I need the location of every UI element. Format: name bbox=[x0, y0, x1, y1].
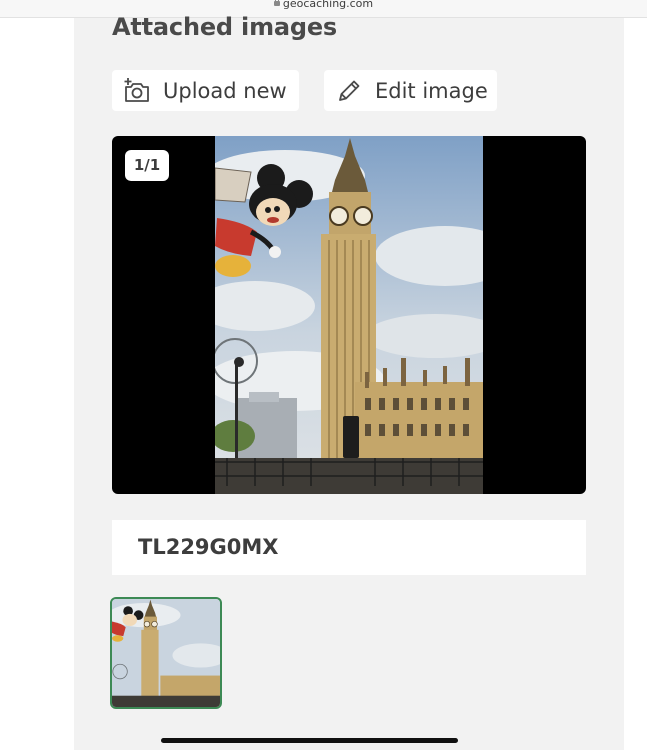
upload-new-label: Upload new bbox=[163, 78, 287, 103]
url-text: geocaching.com bbox=[0, 0, 647, 10]
section-title: Attached images bbox=[112, 13, 338, 41]
add-photo-icon bbox=[124, 77, 149, 102]
edit-image-button[interactable]: Edit image bbox=[324, 70, 497, 111]
upload-new-button[interactable]: Upload new bbox=[112, 70, 299, 111]
image-viewer[interactable]: 1/1 bbox=[112, 136, 586, 494]
thumbnail-photo bbox=[112, 599, 220, 707]
image-thumbnail-selected[interactable] bbox=[110, 597, 222, 709]
home-indicator bbox=[161, 738, 458, 743]
image-counter: 1/1 bbox=[125, 150, 169, 181]
attached-images-panel: Attached images Upload new Edit image 1/… bbox=[74, 13, 624, 750]
image-caption: TL229G0MX bbox=[112, 520, 586, 575]
url-domain: geocaching.com bbox=[282, 0, 374, 10]
lock-icon bbox=[273, 0, 280, 6]
attached-photo bbox=[215, 136, 483, 494]
edit-image-label: Edit image bbox=[375, 78, 488, 103]
pencil-icon bbox=[339, 80, 360, 101]
